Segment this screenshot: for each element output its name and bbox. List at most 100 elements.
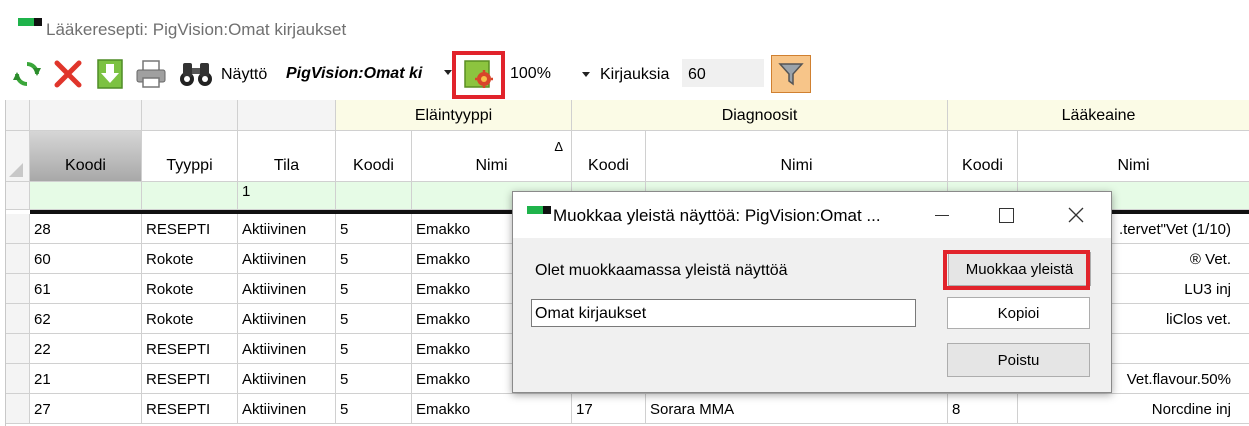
group-header-drug: Lääkeaine	[948, 100, 1249, 131]
view-select-value: PigVision:Omat ki	[286, 65, 423, 82]
app-logo-icon	[527, 206, 551, 214]
column-header-tila[interactable]: Tila	[238, 131, 336, 182]
table-cell-animal-code[interactable]: 5	[336, 394, 412, 424]
view-select[interactable]: PigVision:Omat ki	[278, 60, 454, 88]
corner-triangle-icon	[9, 163, 23, 177]
group-header-diagnoses: Diagnoosit	[572, 100, 948, 131]
row-header-corner	[6, 131, 30, 182]
column-header-drug-name[interactable]: Nimi	[1018, 131, 1249, 182]
filter-cell-animal-code[interactable]	[336, 182, 412, 210]
row-header	[6, 182, 30, 210]
main-window: Lääkeresepti: PigVision:Omat kirjaukset	[0, 0, 1249, 426]
group-header-blank	[238, 100, 336, 131]
column-header-koodi[interactable]: Koodi	[30, 131, 142, 182]
table-cell-tila[interactable]: Aktiivinen	[238, 364, 336, 394]
table-cell-diagnosis-name[interactable]: Sorara MMA	[646, 394, 948, 424]
dialog-title-bar: Muokkaa yleistä näyttöä: PigVision:Omat …	[513, 192, 1111, 238]
table-cell-koodi[interactable]: 27	[30, 394, 142, 424]
sort-ascending-icon: Δ	[554, 139, 563, 154]
table-cell-tila[interactable]: Aktiivinen	[238, 394, 336, 424]
column-header-animal-code[interactable]: Koodi	[336, 131, 412, 182]
table-cell-koodi[interactable]: 61	[30, 274, 142, 304]
group-header-animal-type: Eläintyyppi	[336, 100, 572, 131]
close-icon	[1068, 207, 1084, 223]
table-cell-tyyppi[interactable]: RESEPTI	[142, 214, 238, 244]
table-cell-tyyppi[interactable]: RESEPTI	[142, 334, 238, 364]
dialog-title: Muokkaa yleistä näyttöä: PigVision:Omat …	[553, 206, 881, 225]
column-header-diagnosis-name[interactable]: Nimi	[646, 131, 948, 182]
table-cell-tyyppi[interactable]: Rokote	[142, 304, 238, 334]
table-cell-tila[interactable]: Aktiivinen	[238, 304, 336, 334]
table-cell-tyyppi[interactable]: Rokote	[142, 244, 238, 274]
download-icon[interactable]	[94, 58, 126, 90]
app-logo-icon	[18, 18, 42, 26]
column-header-label: Nimi	[475, 157, 508, 174]
row-header[interactable]	[6, 394, 30, 424]
row-header[interactable]	[6, 334, 30, 364]
filter-icon	[778, 63, 804, 86]
filter-cell-tyyppi[interactable]	[142, 182, 238, 210]
table-cell-tyyppi[interactable]: RESEPTI	[142, 394, 238, 424]
column-header-animal-name[interactable]: Nimi Δ	[412, 131, 572, 182]
table-cell-animal-code[interactable]: 5	[336, 244, 412, 274]
table-cell-tila[interactable]: Aktiivinen	[238, 214, 336, 244]
table-cell-koodi[interactable]: 62	[30, 304, 142, 334]
maximize-icon	[998, 207, 1014, 223]
print-icon[interactable]	[134, 58, 168, 90]
binoculars-icon[interactable]	[176, 58, 216, 90]
row-header[interactable]	[6, 304, 30, 334]
table-cell-koodi[interactable]: 28	[30, 214, 142, 244]
row-header[interactable]	[6, 214, 30, 244]
delete-button[interactable]: Poistu	[947, 343, 1090, 377]
table-cell-drug-name[interactable]: Norcdine inj	[1018, 394, 1249, 424]
group-header-blank	[6, 100, 30, 131]
table-cell-animal-code[interactable]: 5	[336, 364, 412, 394]
minimize-icon	[935, 214, 949, 216]
table-cell-diagnosis-code[interactable]: 17	[572, 394, 646, 424]
copy-button[interactable]: Kopioi	[947, 297, 1090, 329]
table-cell-tyyppi[interactable]: Rokote	[142, 274, 238, 304]
count-field: 60	[682, 59, 764, 87]
view-name-input[interactable]: Omat kirjaukset	[531, 299, 916, 327]
table-cell-animal-code[interactable]: 5	[336, 214, 412, 244]
chevron-down-icon	[444, 70, 452, 75]
column-header-drug-code[interactable]: Koodi	[948, 131, 1018, 182]
column-header-diagnosis-code[interactable]: Koodi	[572, 131, 646, 182]
table-cell-animal-code[interactable]: 5	[336, 334, 412, 364]
refresh-icon[interactable]	[10, 58, 44, 90]
table-cell-tila[interactable]: Aktiivinen	[238, 334, 336, 364]
table-cell-koodi[interactable]: 22	[30, 334, 142, 364]
title-bar: Lääkeresepti: PigVision:Omat kirjaukset	[0, 0, 1249, 50]
table-cell-koodi[interactable]: 21	[30, 364, 142, 394]
row-header[interactable]	[6, 274, 30, 304]
row-header[interactable]	[6, 244, 30, 274]
zoom-value: 100%	[510, 65, 551, 82]
table-cell-tila[interactable]: Aktiivinen	[238, 244, 336, 274]
dialog-prompt: Olet muokkaamassa yleistä näyttöä	[535, 262, 788, 279]
count-label: Kirjauksia	[600, 66, 670, 83]
filter-cell-koodi[interactable]	[30, 182, 142, 210]
table-cell-animal-name[interactable]: Emakko	[412, 394, 572, 424]
maximize-button[interactable]	[983, 192, 1029, 238]
table-cell-animal-code[interactable]: 5	[336, 274, 412, 304]
table-cell-drug-code[interactable]: 8	[948, 394, 1018, 424]
delete-icon[interactable]	[52, 58, 84, 90]
window-title: Lääkeresepti: PigVision:Omat kirjaukset	[46, 20, 347, 39]
table-cell-animal-code[interactable]: 5	[336, 304, 412, 334]
edit-view-dialog: Muokkaa yleistä näyttöä: PigVision:Omat …	[512, 191, 1112, 393]
table-cell-tyyppi[interactable]: RESEPTI	[142, 364, 238, 394]
chevron-down-icon	[582, 72, 590, 77]
filter-button[interactable]	[771, 55, 811, 93]
group-header-blank	[30, 100, 142, 131]
column-header-tyyppi[interactable]: Tyyppi	[142, 131, 238, 182]
table-cell-tila[interactable]: Aktiivinen	[238, 274, 336, 304]
view-label: Näyttö	[221, 66, 268, 83]
edit-view-icon[interactable]	[460, 56, 498, 92]
zoom-select[interactable]: 100%	[506, 60, 594, 88]
minimize-button[interactable]	[919, 192, 965, 238]
edit-common-button[interactable]: Muokkaa yleistä	[948, 252, 1091, 286]
close-button[interactable]	[1053, 192, 1099, 238]
table-cell-koodi[interactable]: 60	[30, 244, 142, 274]
row-header[interactable]	[6, 364, 30, 394]
filter-cell-tila[interactable]: 1	[238, 182, 336, 210]
